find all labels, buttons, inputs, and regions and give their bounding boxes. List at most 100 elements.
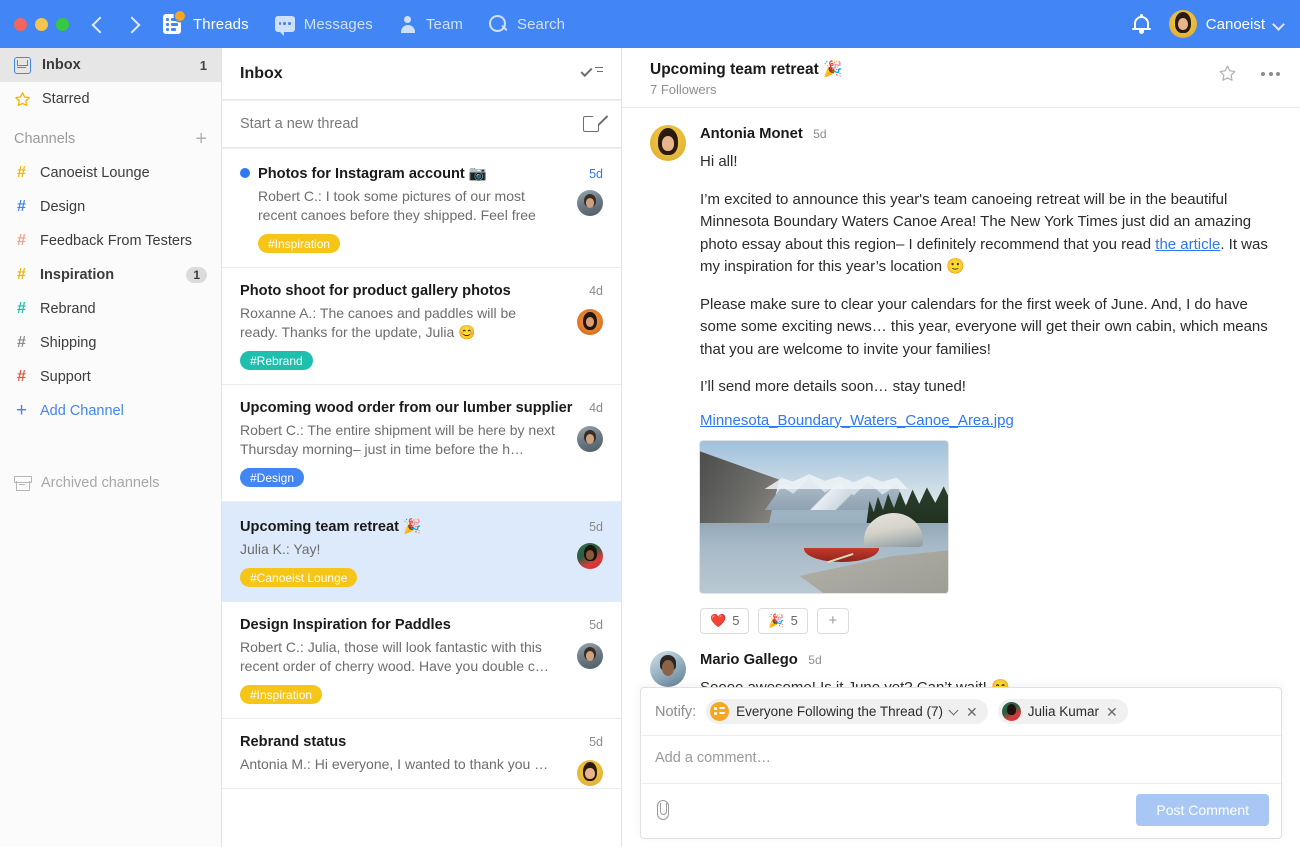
back-arrow-icon[interactable] <box>91 16 107 32</box>
hash-icon: # <box>14 335 29 351</box>
post-paragraph: Hi all! <box>700 151 1272 174</box>
hash-icon: # <box>14 267 29 283</box>
notify-chip-everyone[interactable]: Everyone Following the Thread (7) ✕ <box>706 699 988 724</box>
thread-list-item[interactable]: Upcoming team retreat 🎉5dJulia K.: Yay!#… <box>222 502 621 602</box>
thread-list-item[interactable]: Photos for Instagram account 📷5dRobert C… <box>222 148 621 268</box>
thread-list-item[interactable]: Upcoming wood order from our lumber supp… <box>222 385 621 502</box>
thread-list-item[interactable]: Rebrand status5dAntonia M.: Hi everyone,… <box>222 719 621 789</box>
thread-header-actions <box>1218 60 1280 83</box>
star-icon <box>14 91 31 108</box>
composer-footer: Post Comment <box>641 784 1281 838</box>
nav-item-messages[interactable]: Messages <box>275 16 373 33</box>
minimize-window-button[interactable] <box>35 18 48 31</box>
paperclip-icon[interactable] <box>655 799 671 821</box>
sidebar-item-label: Starred <box>42 91 90 107</box>
thread-item-channel-tag[interactable]: #Inspiration <box>240 685 322 704</box>
close-window-button[interactable] <box>14 18 27 31</box>
thread-item-snippet: Robert C.: I took some pictures of our m… <box>258 187 603 225</box>
attachment-link[interactable]: Minnesota_Boundary_Waters_Canoe_Area.jpg <box>700 412 1272 429</box>
start-new-thread-row[interactable]: Start a new thread <box>222 100 621 148</box>
article-link[interactable]: the article <box>1155 236 1220 253</box>
comment-input[interactable]: Add a comment… <box>641 736 1281 784</box>
channel-unread-count: 1 <box>186 267 207 283</box>
sidebar-item-add-channel[interactable]: + Add Channel <box>0 394 221 428</box>
window-controls <box>14 18 69 31</box>
post-paragraph: I’ll send more details soon… stay tuned! <box>700 376 1272 399</box>
attachment-image[interactable] <box>700 441 948 593</box>
avatar <box>1002 702 1021 721</box>
nav-arrows <box>91 16 141 32</box>
sidebar-item-channel[interactable]: #Design <box>0 190 221 224</box>
hash-icon: # <box>14 165 29 181</box>
thread-detail-panel: Upcoming team retreat 🎉 7 Followers <box>622 48 1300 847</box>
nav-label-messages: Messages <box>304 16 373 33</box>
remove-chip-icon[interactable]: ✕ <box>1106 705 1118 719</box>
nav-item-search[interactable]: Search <box>489 15 565 34</box>
titlebar-right: Canoeist <box>1132 10 1288 38</box>
notify-chip-julia[interactable]: Julia Kumar ✕ <box>998 699 1128 724</box>
sidebar-item-channel[interactable]: #Inspiration1 <box>0 258 221 292</box>
notify-chip-label: Everyone Following the Thread (7) <box>736 704 943 719</box>
thread-item-channel-tag[interactable]: #Inspiration <box>258 234 340 253</box>
notification-bell-icon[interactable] <box>1132 14 1151 35</box>
thread-item-channel-tag[interactable]: #Design <box>240 468 304 487</box>
hash-icon: # <box>14 369 29 385</box>
compose-icon[interactable] <box>583 114 603 134</box>
sidebar-item-channel[interactable]: #Support <box>0 360 221 394</box>
mark-all-read-icon[interactable] <box>581 66 603 82</box>
sidebar-item-label: Rebrand <box>40 301 96 317</box>
chevron-down-icon[interactable] <box>950 707 959 716</box>
thread-item-title: Photos for Instagram account 📷 <box>258 164 581 182</box>
user-menu[interactable]: Canoeist <box>1169 10 1284 38</box>
app-window: Threads Messages Team Search Canoeist <box>0 0 1300 847</box>
sidebar-item-starred[interactable]: Starred <box>0 82 221 116</box>
sidebar-item-label: Canoeist Lounge <box>40 165 150 181</box>
sidebar-item-channel[interactable]: #Shipping <box>0 326 221 360</box>
reaction-heart[interactable]: ❤️ 5 <box>700 608 749 634</box>
channels-header-label: Channels <box>14 131 75 147</box>
post-comment-button[interactable]: Post Comment <box>1136 794 1269 826</box>
thread-item-title: Upcoming team retreat 🎉 <box>240 517 581 535</box>
thread-item-snippet: Roxanne A.: The canoes and paddles will … <box>240 304 603 342</box>
threads-icon <box>163 13 184 35</box>
forward-arrow-icon[interactable] <box>125 16 141 32</box>
nav-label-team: Team <box>426 16 463 33</box>
party-popper-icon: 🎉 <box>768 613 784 629</box>
sidebar-item-channel[interactable]: #Rebrand <box>0 292 221 326</box>
notify-row: Notify: Everyone Following the Thread (7… <box>641 688 1281 736</box>
sidebar-item-inbox[interactable]: Inbox 1 <box>0 48 221 82</box>
thread-item-title: Rebrand status <box>240 734 581 750</box>
sidebar-item-channel[interactable]: #Feedback From Testers <box>0 224 221 258</box>
sidebar-item-label: Design <box>40 199 85 215</box>
sidebar-item-label: Add Channel <box>40 403 124 419</box>
thread-item-title: Upcoming wood order from our lumber supp… <box>240 400 581 416</box>
thread-list-items[interactable]: Photos for Instagram account 📷 5d Robert C… <box>222 148 621 847</box>
avatar <box>1169 10 1197 38</box>
add-reaction-button[interactable]: + <box>817 608 849 634</box>
inbox-count: 1 <box>200 58 207 73</box>
thread-item-snippet: Antonia M.: Hi everyone, I wanted to tha… <box>240 755 603 774</box>
thread-list-item[interactable]: Photo shoot for product gallery photos4d… <box>222 268 621 385</box>
thread-item-snippet: Robert C.: Julia, those will look fantas… <box>240 638 603 676</box>
thread-followers: 7 Followers <box>650 82 842 97</box>
thread-item-time: 5d <box>589 520 603 534</box>
thread-list-title: Inbox <box>240 65 283 83</box>
nav-item-threads[interactable]: Threads <box>163 13 249 35</box>
maximize-window-button[interactable] <box>56 18 69 31</box>
sidebar-item-archived-channels[interactable]: Archived channels <box>0 466 221 500</box>
thread-item-channel-tag[interactable]: #Canoeist Lounge <box>240 568 357 587</box>
add-channel-plus-icon[interactable]: + <box>195 129 207 149</box>
title-bar: Threads Messages Team Search Canoeist <box>0 0 1300 48</box>
thread-item-channel-tag[interactable]: #Rebrand <box>240 351 313 370</box>
sidebar-item-channel[interactable]: # Canoeist Lounge <box>0 156 221 190</box>
sidebar-item-label: Archived channels <box>41 475 160 491</box>
thread-item-time: 4d <box>589 401 603 415</box>
sidebar-channels-header: Channels + <box>0 122 221 156</box>
nav-item-team[interactable]: Team <box>399 15 463 33</box>
reaction-party[interactable]: 🎉 5 <box>758 608 807 634</box>
star-outline-icon[interactable] <box>1218 64 1237 83</box>
notify-chip-label: Julia Kumar <box>1028 704 1099 719</box>
more-options-icon[interactable] <box>1261 72 1280 76</box>
thread-list-item[interactable]: Design Inspiration for Paddles5dRobert C… <box>222 602 621 719</box>
remove-chip-icon[interactable]: ✕ <box>966 705 978 719</box>
